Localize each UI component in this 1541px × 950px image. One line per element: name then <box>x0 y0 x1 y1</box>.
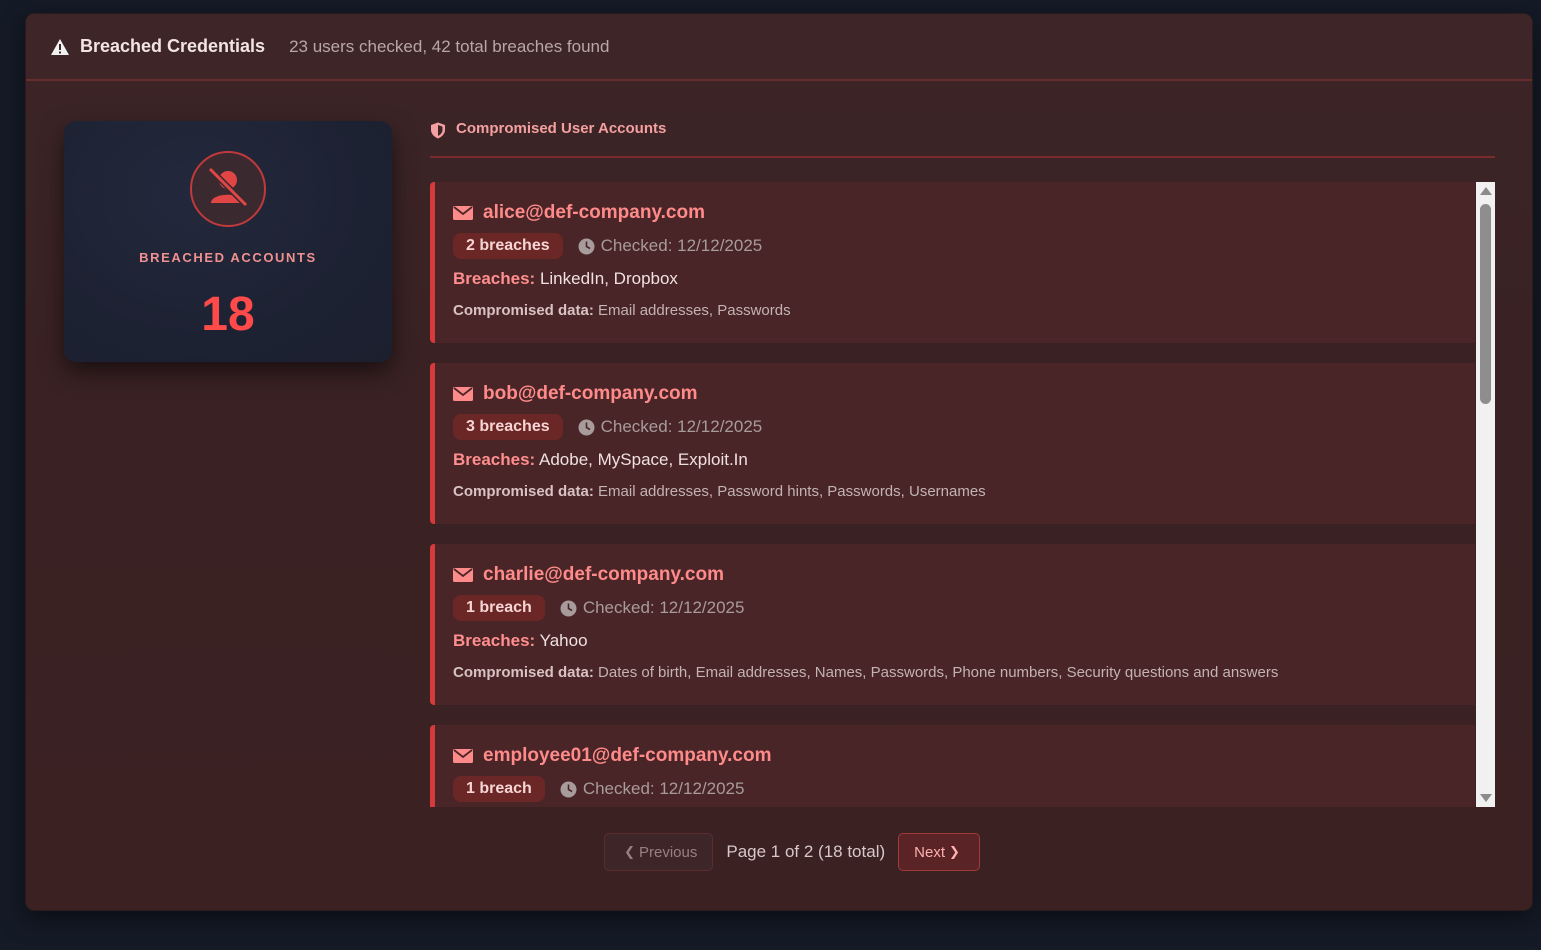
section-title: Compromised User Accounts <box>430 120 1495 158</box>
compromised-data: Dates of birth, Email addresses, Names, … <box>598 664 1279 681</box>
breaches-row: Breaches: Yahoo <box>453 631 1475 651</box>
meta-row: 1 breach Checked: 12/12/2025 <box>453 594 1475 622</box>
stat-icon-ring <box>190 151 266 227</box>
breaches-list: Adobe, MySpace, Exploit.In <box>539 450 748 469</box>
clock-icon <box>560 781 577 797</box>
envelope-icon <box>453 749 473 763</box>
clock-icon <box>578 238 595 254</box>
breaches-list: LinkedIn, Dropbox <box>539 269 678 288</box>
breaches-list: Yahoo <box>539 631 588 650</box>
stat-label: BREACHED ACCOUNTS <box>139 250 317 265</box>
checked-date: Checked: 12/12/2025 <box>600 417 763 436</box>
previous-label: Previous <box>639 843 698 861</box>
account-email: bob@def-company.com <box>483 383 698 404</box>
panel-subtitle: 23 users checked, 42 total breaches foun… <box>289 36 610 56</box>
next-button[interactable]: Next ❯ <box>898 833 980 871</box>
compromised-data: Email addresses, Passwords <box>598 302 791 319</box>
page-info: Page 1 of 2 (18 total) <box>726 842 886 861</box>
chevron-right-icon: ❯ <box>948 844 960 859</box>
previous-button[interactable]: ❮ Previous <box>604 833 714 871</box>
account-email: charlie@def-company.com <box>483 564 724 585</box>
meta-row: 1 breach Checked: 12/12/2025 <box>453 775 1475 803</box>
breaches-label: Breaches: <box>453 631 536 650</box>
panel-title: Breached Credentials <box>80 36 266 56</box>
compromised-row: Compromised data: Email addresses, Passw… <box>453 302 1475 319</box>
breach-count-badge: 3 breaches <box>453 414 563 440</box>
breaches-label: Breaches: <box>453 450 536 469</box>
list-scrollbar[interactable] <box>1476 182 1495 807</box>
scroll-up-arrow-icon[interactable] <box>1480 187 1492 195</box>
panel-header: Breached Credentials 23 users checked, 4… <box>26 14 1532 81</box>
account-card[interactable]: charlie@def-company.com 1 breach Checked… <box>430 544 1475 705</box>
account-card[interactable]: employee01@def-company.com 1 breach Chec… <box>430 725 1475 807</box>
account-card[interactable]: bob@def-company.com 3 breaches Checked: … <box>430 363 1475 524</box>
compromised-label: Compromised data: <box>453 302 594 319</box>
warning-icon <box>51 38 69 55</box>
clock-icon <box>578 419 595 435</box>
account-email: employee01@def-company.com <box>483 745 772 766</box>
account-card[interactable]: alice@def-company.com 2 breaches Checked… <box>430 182 1475 343</box>
email-row: alice@def-company.com <box>453 200 1475 226</box>
scroll-down-arrow-icon[interactable] <box>1480 794 1492 802</box>
compromised-row: Compromised data: Email addresses, Passw… <box>453 483 1475 500</box>
checked-date: Checked: 12/12/2025 <box>600 236 763 255</box>
accounts-list[interactable]: alice@def-company.com 2 breaches Checked… <box>430 182 1495 807</box>
section-title-text: Compromised User Accounts <box>456 120 667 137</box>
compromised-row: Compromised data: Dates of birth, Email … <box>453 664 1475 681</box>
chevron-left-icon: ❮ <box>624 844 635 859</box>
pagination: ❮ Previous Page 1 of 2 (18 total) Next ❯ <box>26 832 1532 872</box>
meta-row: 2 breaches Checked: 12/12/2025 <box>453 232 1475 260</box>
accounts-list-inner: alice@def-company.com 2 breaches Checked… <box>430 182 1475 807</box>
user-slash-icon <box>207 166 249 208</box>
breach-count-badge: 1 breach <box>453 595 545 621</box>
checked-date: Checked: 12/12/2025 <box>582 598 745 617</box>
breached-credentials-panel: Breached Credentials 23 users checked, 4… <box>26 14 1532 910</box>
scroll-thumb[interactable] <box>1480 204 1491 404</box>
envelope-icon <box>453 568 473 582</box>
breach-count-badge: 2 breaches <box>453 233 563 259</box>
email-row: charlie@def-company.com <box>453 562 1475 588</box>
shield-icon <box>431 122 445 139</box>
breaches-row: Breaches: Adobe, MySpace, Exploit.In <box>453 450 1475 470</box>
clock-icon <box>560 600 577 616</box>
envelope-icon <box>453 387 473 401</box>
email-row: employee01@def-company.com <box>453 743 1475 769</box>
stat-value: 18 <box>201 288 255 341</box>
meta-row: 3 breaches Checked: 12/12/2025 <box>453 413 1475 441</box>
envelope-icon <box>453 206 473 220</box>
compromised-label: Compromised data: <box>453 664 594 681</box>
compromised-label: Compromised data: <box>453 483 594 500</box>
breaches-label: Breaches: <box>453 269 536 288</box>
breach-count-badge: 1 breach <box>453 776 545 802</box>
checked-date: Checked: 12/12/2025 <box>582 779 745 798</box>
breached-accounts-card: BREACHED ACCOUNTS 18 <box>64 121 392 362</box>
email-row: bob@def-company.com <box>453 381 1475 407</box>
breaches-row: Breaches: LinkedIn, Dropbox <box>453 269 1475 289</box>
next-label: Next <box>914 843 945 861</box>
account-email: alice@def-company.com <box>483 202 705 223</box>
compromised-data: Email addresses, Password hints, Passwor… <box>598 483 986 500</box>
